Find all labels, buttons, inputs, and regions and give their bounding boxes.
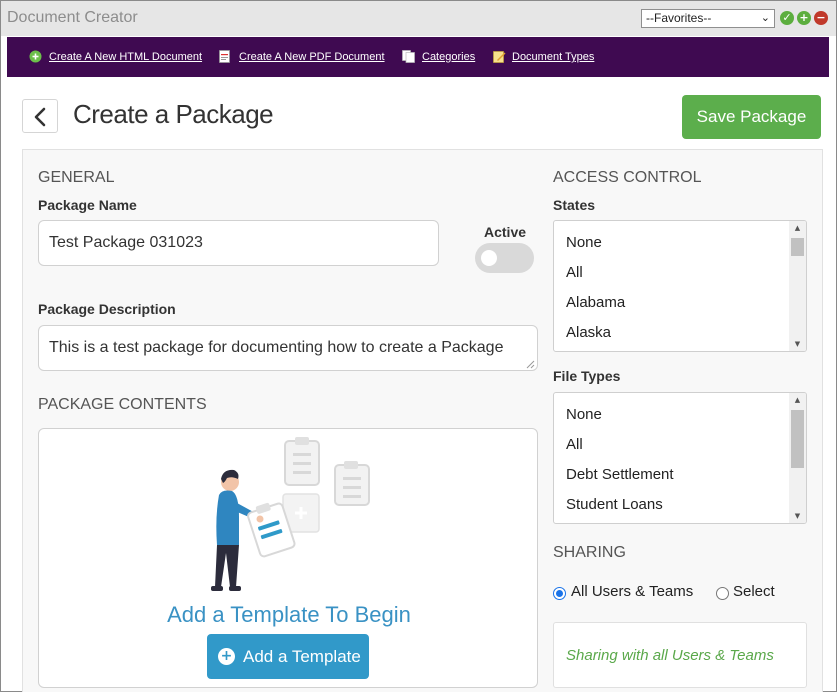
chevron-down-icon: ⌄ [760,12,770,24]
nav-create-pdf-document[interactable]: Create A New PDF Document [239,51,385,63]
sharing-all-label[interactable]: All Users & Teams [571,583,693,600]
favorites-select[interactable]: --Favorites-- ⌄ [641,9,775,28]
file-type-option[interactable]: All [566,436,583,453]
sharing-all-radio[interactable] [553,587,566,600]
document-creator-window: Document Creator --Favorites-- ⌄ ✓ + − C… [0,0,837,692]
package-name-label: Package Name [38,197,137,213]
add-template-label: Add a Template [243,647,361,666]
states-option[interactable]: None [566,234,602,251]
access-control-heading: ACCESS CONTROL [553,169,702,186]
toggle-knob [481,250,497,266]
add-template-button[interactable]: + Add a Template [207,634,369,679]
sharing-select-radio[interactable] [716,587,729,600]
pdf-file-icon [219,50,230,63]
sharing-status-box: Sharing with all Users & Teams [553,622,807,688]
states-option[interactable]: All [566,264,583,281]
states-scrollbar[interactable]: ▲ ▼ [789,221,806,351]
sharing-status-text: Sharing with all Users & Teams [566,647,774,664]
scroll-down-icon[interactable]: ▼ [789,509,806,523]
documents-icon [402,50,415,63]
file-types-label: File Types [553,368,621,384]
general-heading: GENERAL [38,169,115,186]
states-listbox[interactable]: None All Alabama Alaska ▲ ▼ [553,220,807,352]
back-button[interactable] [22,99,58,133]
scroll-up-icon[interactable]: ▲ [789,221,806,235]
chevron-left-icon [34,107,46,127]
plus-circle-icon [29,50,42,63]
plus-circle-icon: + [218,648,235,665]
file-types-scroll-thumb[interactable] [791,410,804,468]
add-template-hint: Add a Template To Begin [167,602,411,627]
app-title: Document Creator [7,9,138,26]
active-label: Active [484,224,527,240]
nav-create-html-document[interactable]: Create A New HTML Document [49,51,202,63]
package-description-textarea[interactable]: This is a test package for documenting h… [38,325,538,371]
package-contents-heading: PACKAGE CONTENTS [38,396,207,413]
package-name-input[interactable]: Test Package 031023 [38,220,439,266]
empty-templates-illustration [211,437,370,591]
save-package-button[interactable]: Save Package [682,95,821,139]
states-option[interactable]: Alaska [566,324,611,341]
file-type-option[interactable]: None [566,406,602,423]
file-type-option[interactable]: Student Loans [566,496,663,513]
states-label: States [553,197,596,213]
states-scroll-thumb[interactable] [791,238,804,256]
page-header: Create a Package Save Package [7,79,829,149]
remove-favorite-icon[interactable]: − [814,11,828,25]
check-icon[interactable]: ✓ [780,11,794,25]
title-bar: Document Creator --Favorites-- ⌄ ✓ + − [1,1,836,36]
sharing-heading: SHARING [553,544,626,561]
favorites-select-value: --Favorites-- [646,11,712,25]
edit-note-icon [493,51,506,63]
active-toggle[interactable] [475,243,534,273]
scroll-up-icon[interactable]: ▲ [789,393,806,407]
states-option[interactable]: Alabama [566,294,625,311]
sharing-select-label[interactable]: Select [733,583,775,600]
page-title: Create a Package [73,99,274,129]
nav-categories[interactable]: Categories [422,51,475,63]
file-type-option[interactable]: Debt Settlement [566,466,674,483]
file-types-scrollbar[interactable]: ▲ ▼ [789,393,806,523]
package-description-label: Package Description [38,301,176,317]
scroll-down-icon[interactable]: ▼ [789,337,806,351]
nav-document-types[interactable]: Document Types [512,51,594,63]
add-favorite-icon[interactable]: + [797,11,811,25]
package-contents-box: Add a Template To Begin + Add a Template [38,428,538,688]
file-types-listbox[interactable]: None All Debt Settlement Student Loans ▲… [553,392,807,524]
top-nav-bar: Create A New HTML Document Create A New … [7,37,829,77]
resize-grip-icon[interactable] [526,360,535,369]
